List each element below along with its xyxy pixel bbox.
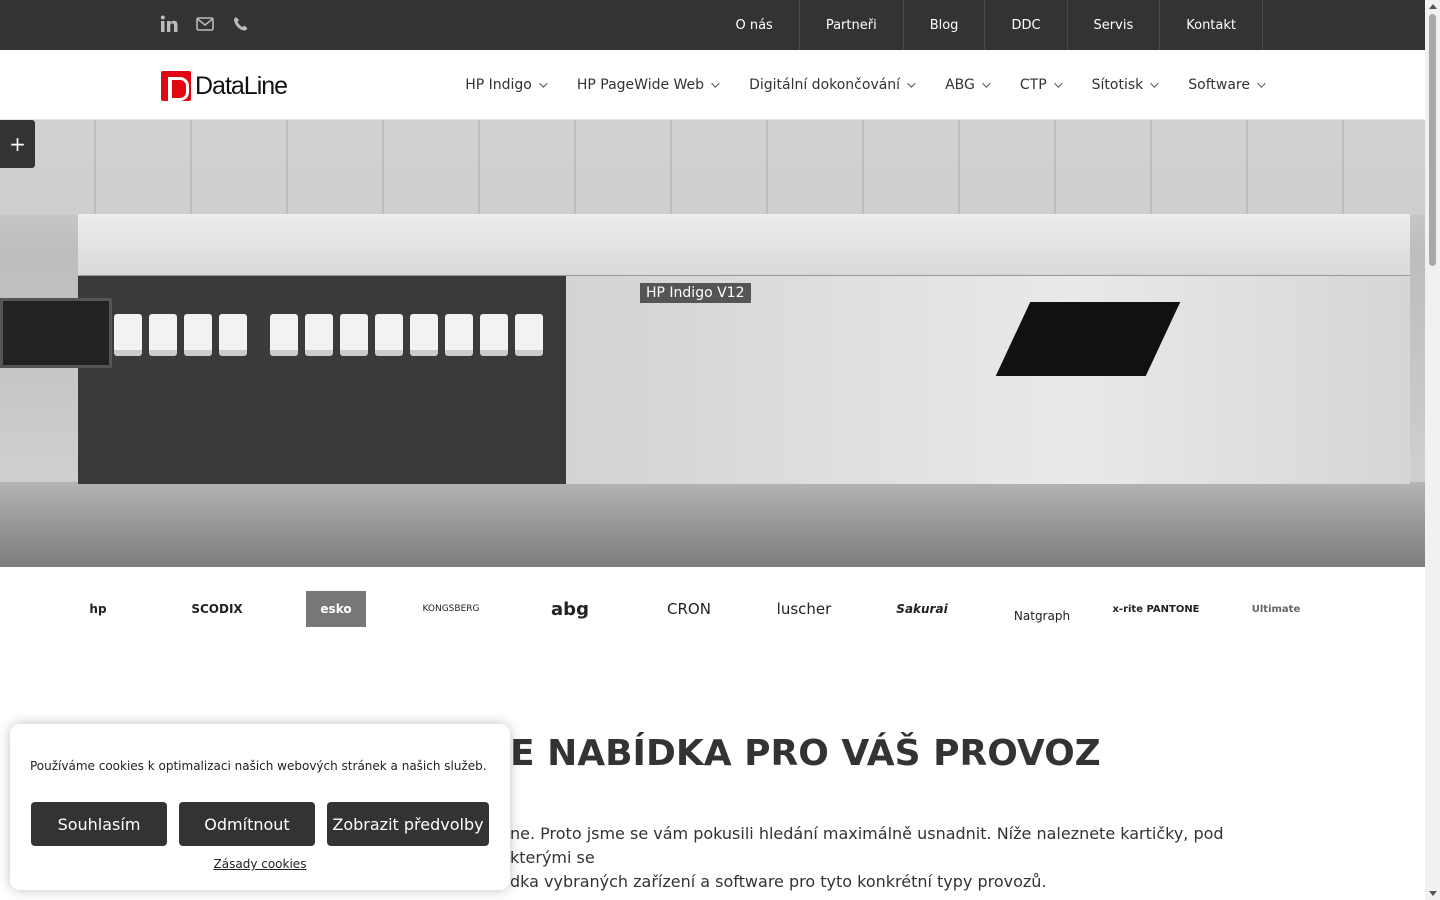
machine-body — [566, 276, 1410, 484]
chevron-down-icon — [711, 79, 720, 88]
partner-logo-scodix[interactable]: SCODIX — [167, 591, 267, 627]
partner-logos: hp SCODIX esko KONGSBERG abg CRON lusche… — [0, 567, 1425, 647]
top-nav: O nás Partneři Blog DDC Servis Kontakt — [709, 0, 1263, 50]
chevron-down-icon — [1150, 79, 1159, 88]
partner-logo-kongsberg[interactable]: KONGSBERG — [401, 591, 501, 627]
ink-can — [114, 314, 142, 356]
nav-label: Digitální dokončování — [749, 77, 901, 93]
cookie-preferences-button[interactable]: Zobrazit předvolby — [327, 802, 489, 846]
ink-can — [375, 314, 403, 356]
hero-wall — [0, 120, 1425, 215]
ink-can — [410, 314, 438, 356]
chevron-down-icon — [982, 79, 991, 88]
partner-logo-sakurai[interactable]: Sakurai — [872, 591, 972, 627]
ink-can — [340, 314, 368, 356]
ink-cans-right — [270, 314, 543, 356]
hp-indigo-machine-image — [78, 214, 1410, 484]
topnav-o-nas[interactable]: O nás — [709, 0, 800, 50]
cookie-consent-banner: Používáme cookies k optimalizaci našich … — [10, 724, 510, 890]
nav-sitotisk[interactable]: Sítotisk — [1076, 77, 1173, 93]
ink-can — [480, 314, 508, 356]
phone-icon[interactable] — [232, 14, 250, 34]
partner-logo-abg[interactable]: abg — [520, 591, 620, 627]
scroll-down-icon[interactable] — [1429, 891, 1437, 896]
chevron-down-icon — [539, 79, 548, 88]
nav-hp-pagewide-web[interactable]: HP PageWide Web — [561, 77, 733, 93]
nav-digitalni-dokoncovani[interactable]: Digitální dokončování — [733, 77, 929, 93]
mail-icon[interactable] — [196, 14, 214, 34]
intro-line: dka vybraných zařízení a software pro ty… — [510, 872, 1047, 891]
expand-toggle-button[interactable]: + — [0, 120, 35, 168]
chevron-down-icon — [1053, 79, 1063, 88]
machine-top — [78, 214, 1410, 276]
hero-floor — [0, 482, 1425, 567]
scroll-up-icon[interactable] — [1429, 4, 1437, 9]
dataline-logo[interactable]: DataLine — [161, 71, 288, 101]
hero-banner — [0, 120, 1425, 567]
nav-label: Sítotisk — [1091, 77, 1144, 93]
nav-ctp[interactable]: CTP — [1004, 77, 1076, 93]
ink-can — [219, 314, 247, 356]
chevron-down-icon — [1257, 79, 1266, 88]
topnav-blog[interactable]: Blog — [904, 0, 986, 50]
ink-can — [515, 314, 543, 356]
cookie-reject-button[interactable]: Odmítnout — [179, 802, 315, 846]
topnav-ddc[interactable]: DDC — [985, 0, 1068, 50]
nav-abg[interactable]: ABG — [929, 77, 1004, 93]
ink-cans-left — [114, 314, 247, 356]
topnav-servis[interactable]: Servis — [1068, 0, 1161, 50]
ink-can — [149, 314, 177, 356]
main-nav: HP Indigo HP PageWide Web Digitální doko… — [449, 50, 1266, 120]
nav-label: Software — [1188, 77, 1250, 93]
partner-logo-natgraph[interactable]: Natgraph — [992, 591, 1092, 627]
scrollbar-thumb[interactable] — [1429, 14, 1436, 266]
logo-mark-icon — [161, 71, 191, 101]
main-header: DataLine HP Indigo HP PageWide Web Digit… — [0, 50, 1425, 120]
partner-logo-cron[interactable]: CRON — [639, 591, 739, 627]
chevron-down-icon — [907, 79, 916, 88]
ink-can — [305, 314, 333, 356]
cookie-policy-link[interactable]: Zásady cookies — [10, 857, 510, 871]
nav-label: CTP — [1019, 77, 1047, 93]
section-intro: ne. Proto jsme se vám pokusili hledání m… — [510, 822, 1270, 894]
partner-logo-esko[interactable]: esko — [306, 591, 366, 627]
partner-logo-xrite-pantone[interactable]: x-rite PANTONE — [1106, 591, 1206, 627]
partner-logo-ultimate[interactable]: Ultimate — [1226, 591, 1326, 627]
section-title: E NABÍDKA PRO VÁŠ PROVOZ — [510, 733, 1101, 774]
logo-text: DataLine — [195, 71, 288, 100]
intro-line: ne. Proto jsme se vám pokusili hledání m… — [510, 824, 1224, 867]
nav-hp-indigo[interactable]: HP Indigo — [449, 77, 561, 93]
section-title-bold: E NABÍDKA — [510, 733, 732, 774]
topnav-partneri[interactable]: Partneři — [800, 0, 904, 50]
cookie-accept-button[interactable]: Souhlasím — [31, 802, 167, 846]
section-title-rest: PRO VÁŠ PROVOZ — [731, 733, 1101, 774]
page-scrollbar[interactable] — [1425, 0, 1440, 900]
ink-can — [270, 314, 298, 356]
topnav-kontakt[interactable]: Kontakt — [1160, 0, 1263, 50]
social-links — [160, 14, 250, 34]
nav-label: HP PageWide Web — [576, 77, 705, 93]
nav-label: ABG — [945, 77, 975, 93]
ink-can — [445, 314, 473, 356]
nav-label: HP Indigo — [465, 77, 532, 93]
cookie-message: Používáme cookies k optimalizaci našich … — [30, 759, 487, 773]
ink-can — [184, 314, 212, 356]
hero-model-label: HP Indigo V12 — [640, 283, 751, 303]
partner-logo-luscher[interactable]: luscher — [754, 591, 854, 627]
top-bar: O nás Partneři Blog DDC Servis Kontakt — [0, 0, 1425, 50]
machine-ink-section — [78, 276, 566, 484]
machine-console-screen — [0, 298, 112, 368]
linkedin-icon[interactable] — [160, 14, 178, 34]
partner-logo-hp[interactable]: hp — [48, 591, 148, 627]
nav-software[interactable]: Software — [1172, 77, 1266, 93]
